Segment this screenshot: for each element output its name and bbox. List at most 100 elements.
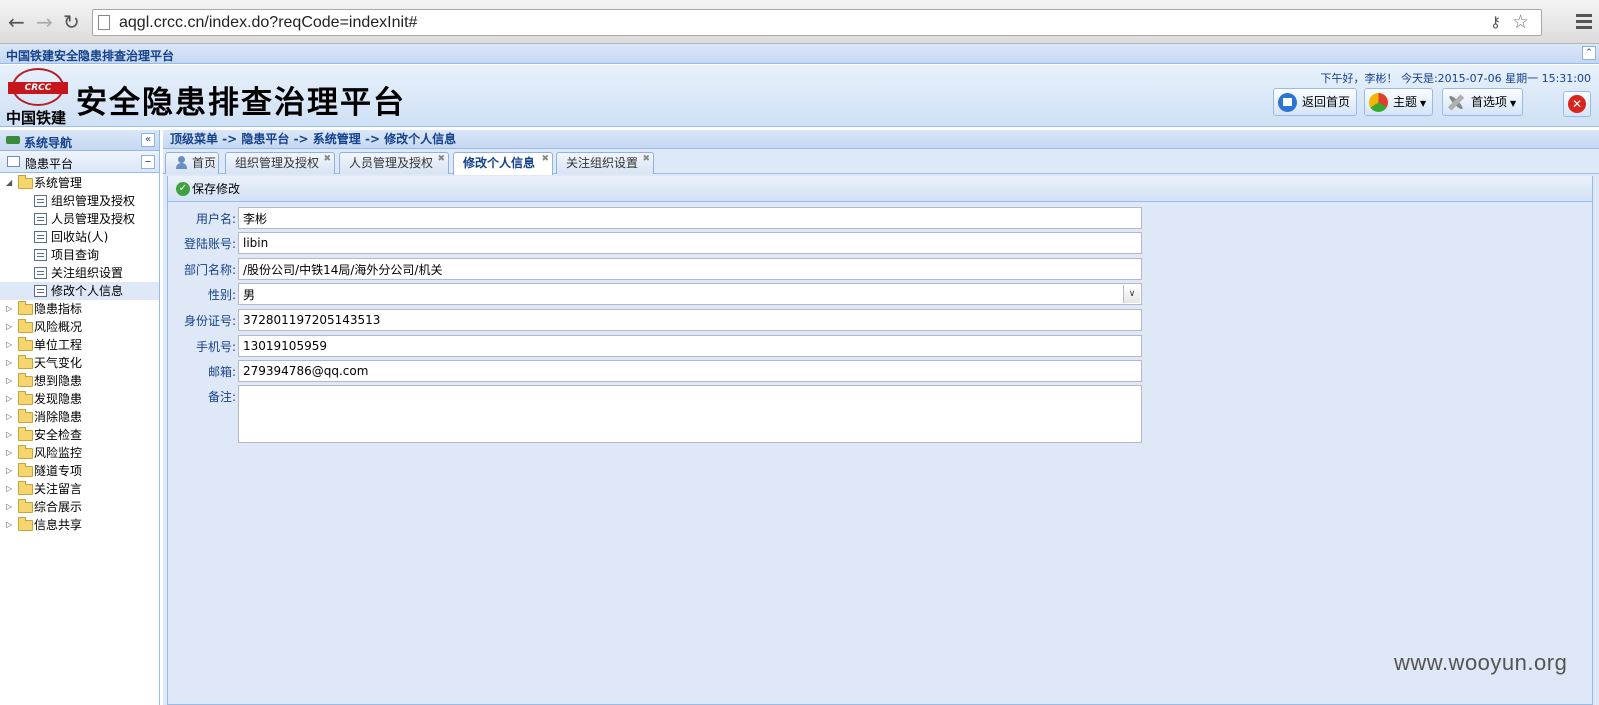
page-icon <box>98 15 110 30</box>
nav-tree: ◢ 系统管理 组织管理及授权 人员管理及授权 回收站(人) 项目查询 关注组织设置… <box>0 173 159 534</box>
tree-node-dashboard[interactable]: ▷ 综合展示 <box>0 498 159 516</box>
tab-home[interactable]: 首页 <box>165 152 219 174</box>
key-icon[interactable]: ⚷ <box>1490 13 1501 31</box>
home-icon <box>1278 93 1297 112</box>
tab-bar: 首页 组织管理及授权 ✖ 人员管理及授权 ✖ 修改个人信息 ✖ 关注组织设置 ✖ <box>163 149 1599 175</box>
tree-node-info-share[interactable]: ▷ 信息共享 <box>0 516 159 534</box>
tab-close-icon[interactable]: ✖ <box>642 154 650 164</box>
tree-node-find-hazard[interactable]: ▷ 发现隐患 <box>0 390 159 408</box>
app-title-bar: 中国铁建安全隐患排查治理平台 ⌃ <box>0 44 1599 64</box>
tree-node-unit-project[interactable]: ▷ 单位工程 <box>0 336 159 354</box>
tree-node-label: 想到隐患 <box>34 374 83 388</box>
collapsed-arrow-icon[interactable]: ▷ <box>6 336 12 354</box>
tree-node-follow-org[interactable]: 关注组织设置 <box>0 264 159 282</box>
collapsed-arrow-icon[interactable]: ▷ <box>6 426 12 444</box>
document-icon <box>34 267 47 279</box>
document-icon <box>34 195 47 207</box>
tree-node-label: 风险概况 <box>34 320 83 334</box>
tree-node-label: 天气变化 <box>34 356 83 370</box>
tree-node-label: 系统管理 <box>34 176 83 190</box>
tab-close-icon[interactable]: ✖ <box>323 154 331 164</box>
tab-follow-org[interactable]: 关注组织设置 ✖ <box>556 152 654 174</box>
tree-node-label: 消除隐患 <box>34 410 83 424</box>
tree-node-risk-overview[interactable]: ▷ 风险概况 <box>0 318 159 336</box>
crcc-logo: CRCC 中国铁建 <box>6 68 70 127</box>
tree-node-system-management[interactable]: ◢ 系统管理 <box>0 174 159 192</box>
main-panel: 顶级菜单 -> 隐患平台 -> 系统管理 -> 修改个人信息 首页 组织管理及授… <box>163 130 1599 705</box>
tree-node-label: 隐患指标 <box>34 302 83 316</box>
home-button[interactable]: 返回首页 <box>1273 88 1358 116</box>
gender-select[interactable]: 男 ∨ <box>238 283 1142 305</box>
tree-node-org-management[interactable]: 组织管理及授权 <box>0 192 159 210</box>
tree-node-edit-profile[interactable]: 修改个人信息 <box>0 282 159 300</box>
theme-button[interactable]: 主题 ▼ <box>1364 88 1434 116</box>
collapsed-arrow-icon[interactable]: ▷ <box>6 318 12 336</box>
expanded-arrow-icon[interactable]: ◢ <box>6 174 12 192</box>
tree-node-label: 安全检查 <box>34 428 83 442</box>
tree-node-label: 综合展示 <box>34 500 83 514</box>
collapsed-arrow-icon[interactable]: ▷ <box>6 444 12 462</box>
reload-icon[interactable]: ↻ <box>63 10 80 34</box>
folder-icon <box>18 445 33 459</box>
username-input[interactable] <box>238 207 1142 229</box>
account-input[interactable] <box>238 232 1142 254</box>
address-bar[interactable]: aqgl.crcc.cn/index.do?reqCode=indexInit#… <box>92 9 1542 36</box>
folder-icon <box>18 427 33 441</box>
tree-node-label: 项目查询 <box>51 248 100 262</box>
tab-label: 首页 <box>192 156 217 170</box>
tree-node-safety-check[interactable]: ▷ 安全检查 <box>0 426 159 444</box>
collapsed-arrow-icon[interactable]: ▷ <box>6 390 12 408</box>
options-button[interactable]: 首选项 ▼ <box>1442 88 1524 116</box>
tree-node-think-hazard[interactable]: ▷ 想到隐患 <box>0 372 159 390</box>
collapsed-arrow-icon[interactable]: ▷ <box>6 300 12 318</box>
tree-node-project-query[interactable]: 项目查询 <box>0 246 159 264</box>
tab-close-icon[interactable]: ✖ <box>437 154 445 164</box>
tab-user-management[interactable]: 人员管理及授权 ✖ <box>339 152 449 174</box>
tree-node-label: 回收站(人) <box>51 230 109 244</box>
department-input[interactable] <box>238 258 1142 280</box>
folder-icon <box>18 355 33 369</box>
folder-icon <box>18 373 33 387</box>
phone-input[interactable] <box>238 335 1142 357</box>
back-arrow-icon[interactable]: ← <box>8 10 25 34</box>
id-number-label: 身份证号: <box>183 314 236 328</box>
logo-text: 中国铁建 <box>6 109 67 127</box>
dropdown-caret-icon: ▼ <box>1510 99 1517 108</box>
platform-panel-header[interactable]: 隐患平台 – <box>0 151 159 173</box>
tree-node-user-management[interactable]: 人员管理及授权 <box>0 210 159 228</box>
collapsed-arrow-icon[interactable]: ▷ <box>6 408 12 426</box>
tab-edit-profile[interactable]: 修改个人信息 ✖ <box>453 152 553 175</box>
browser-menu-icon[interactable] <box>1576 14 1592 32</box>
forward-arrow-icon[interactable]: → <box>36 10 53 34</box>
collapsed-arrow-icon[interactable]: ▷ <box>6 372 12 390</box>
collapsed-arrow-icon[interactable]: ▷ <box>6 354 12 372</box>
tree-node-tunnel[interactable]: ▷ 隧道专项 <box>0 462 159 480</box>
close-icon: ✕ <box>1568 95 1586 113</box>
logout-button[interactable]: ✕ <box>1563 91 1591 117</box>
collapse-sidebar-icon[interactable]: « <box>141 133 155 147</box>
tree-node-recycle-bin[interactable]: 回收站(人) <box>0 228 159 246</box>
collapsed-arrow-icon[interactable]: ▷ <box>6 498 12 516</box>
chevron-down-icon[interactable]: ∨ <box>1123 285 1140 303</box>
tree-node-risk-monitor[interactable]: ▷ 风险监控 <box>0 444 159 462</box>
tree-node-hazard-indicators[interactable]: ▷ 隐患指标 <box>0 300 159 318</box>
id-number-input[interactable] <box>238 309 1142 331</box>
email-input[interactable] <box>238 360 1142 382</box>
tab-label: 组织管理及授权 <box>235 156 320 170</box>
tab-org-management[interactable]: 组织管理及授权 ✖ <box>225 152 335 174</box>
collapse-header-icon[interactable]: ⌃ <box>1582 46 1596 60</box>
address-url[interactable]: aqgl.crcc.cn/index.do?reqCode=indexInit# <box>119 13 417 33</box>
remark-textarea[interactable] <box>238 385 1142 443</box>
tree-node-weather[interactable]: ▷ 天气变化 <box>0 354 159 372</box>
dropdown-caret-icon: ▼ <box>1420 99 1427 108</box>
collapsed-arrow-icon[interactable]: ▷ <box>6 480 12 498</box>
tab-close-icon[interactable]: ✖ <box>541 154 549 164</box>
collapsed-arrow-icon[interactable]: ▷ <box>6 516 12 534</box>
bookmark-star-icon[interactable]: ☆ <box>1512 11 1529 33</box>
save-button[interactable]: ✓ 保存修改 <box>174 179 240 199</box>
tree-node-eliminate-hazard[interactable]: ▷ 消除隐患 <box>0 408 159 426</box>
check-icon: ✓ <box>176 182 190 196</box>
collapsed-arrow-icon[interactable]: ▷ <box>6 462 12 480</box>
tree-node-messages[interactable]: ▷ 关注留言 <box>0 480 159 498</box>
minus-icon[interactable]: – <box>141 155 155 169</box>
